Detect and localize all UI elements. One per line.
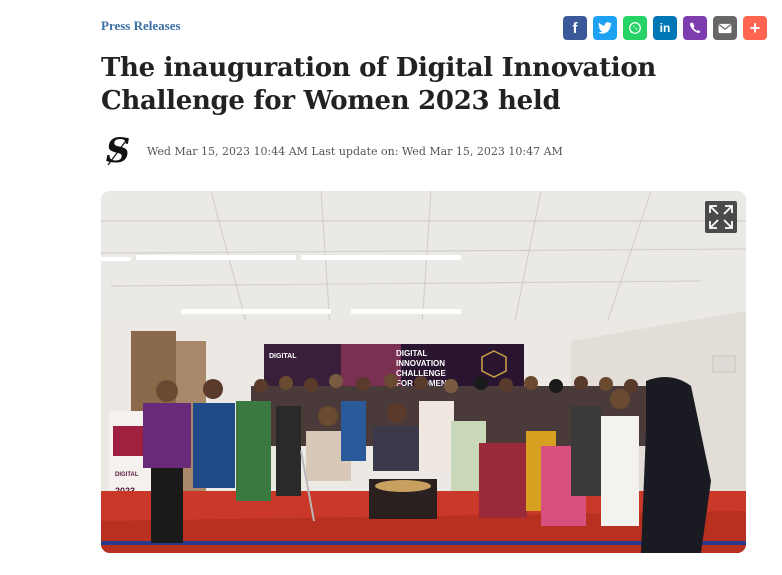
banner-line-digital: DIGITAL <box>396 349 428 358</box>
expand-icon <box>709 205 733 229</box>
category-link[interactable]: Press Releases <box>101 18 181 34</box>
facebook-icon: f <box>572 19 578 37</box>
linkedin-icon: in <box>659 21 671 35</box>
plus-icon: + <box>749 18 761 38</box>
article-title: The inauguration of Digital Innovation C… <box>101 53 657 116</box>
twitter-icon <box>598 22 612 34</box>
daily-star-s-logo: S <box>106 134 131 168</box>
article-photo: DIGITAL DIGITAL INNOVATION CHALLENGE FOR… <box>101 191 746 553</box>
share-bar: f in + <box>563 16 767 40</box>
email-share-button[interactable] <box>713 16 737 40</box>
viber-icon <box>689 22 701 34</box>
more-share-button[interactable]: + <box>743 16 767 40</box>
linkedin-share-button[interactable]: in <box>653 16 677 40</box>
whatsapp-share-button[interactable] <box>623 16 647 40</box>
article-timestamp: Wed Mar 15, 2023 10:44 AM Last update on… <box>147 145 563 158</box>
expand-image-button[interactable] <box>705 201 737 233</box>
facebook-share-button[interactable]: f <box>563 16 587 40</box>
group-photo-illustration: DIGITAL DIGITAL INNOVATION CHALLENGE FOR… <box>101 191 746 553</box>
twitter-share-button[interactable] <box>593 16 617 40</box>
standee-text: DIGITAL <box>115 472 139 478</box>
whatsapp-icon <box>629 22 641 34</box>
banner-line-innovation: INNOVATION <box>396 359 445 368</box>
viber-share-button[interactable] <box>683 16 707 40</box>
banner-text-left: DIGITAL <box>269 353 297 360</box>
email-icon <box>718 23 732 33</box>
